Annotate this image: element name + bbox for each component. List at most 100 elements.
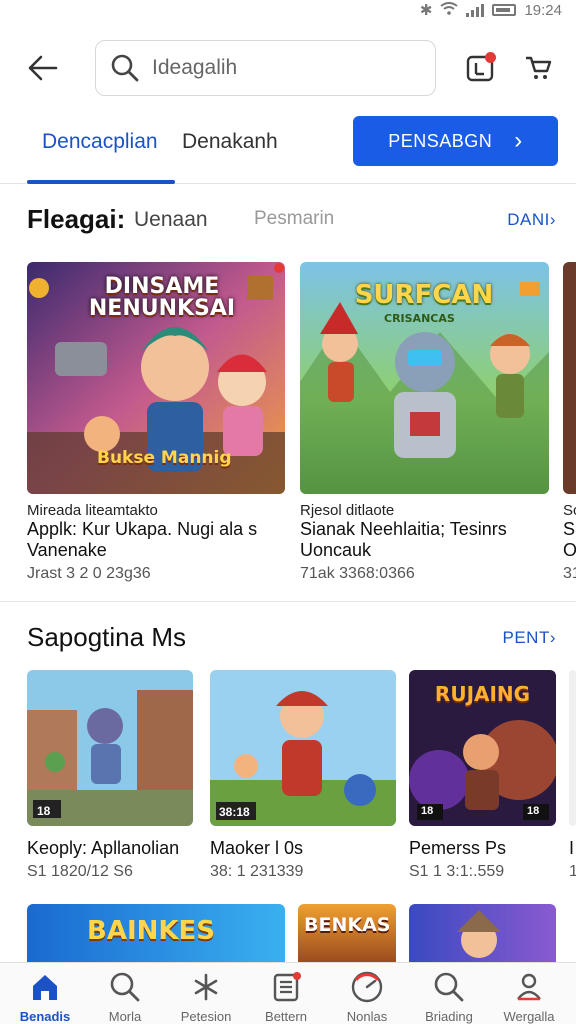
- section-subtitle[interactable]: Uenaan: [134, 208, 208, 232]
- game-thumbnail: BENKAS: [298, 904, 396, 962]
- age-rating-badge: 18: [37, 804, 51, 818]
- game-card[interactable]: DINSAME NENUNKSAI Bukse Mannig Mireada l…: [27, 262, 285, 583]
- battery-icon: [492, 4, 517, 16]
- game-meta: 1: [569, 863, 576, 880]
- game-name-line2: Uoncauk: [300, 540, 372, 560]
- status-bar: ✱ 19:24: [0, 0, 576, 22]
- nav-item-search[interactable]: Morla: [84, 969, 166, 1024]
- game-developer: Rjesol ditlaote: [300, 502, 395, 519]
- header: [0, 38, 576, 100]
- game-poster-title: SURFCAN: [354, 280, 494, 310]
- game-poster-subtitle: CRISANCAS: [384, 312, 455, 325]
- game-card[interactable]: Sc SI O 31: [563, 262, 576, 583]
- section-filter[interactable]: Pesmarin: [254, 208, 334, 230]
- section-title: Fleagai:: [27, 204, 126, 234]
- game-name-line2: Vanenake: [27, 540, 107, 560]
- game-card[interactable]: BAINKES: [27, 904, 285, 962]
- game-poster-subtitle: Bukse Mannig: [97, 448, 232, 468]
- search-icon: [110, 53, 140, 83]
- section-featured: Fleagai: Uenaan Pesmarin DANI› DINSAME N…: [0, 200, 576, 600]
- back-arrow-icon: [28, 55, 58, 81]
- nav-item-petesion[interactable]: Petesion: [165, 969, 247, 1024]
- nav-label: Nonlas: [346, 1009, 388, 1024]
- gauge-icon: [326, 969, 408, 1005]
- notifications-button[interactable]: [462, 50, 498, 86]
- list-icon: [245, 969, 327, 1005]
- tab-underline: [27, 180, 175, 184]
- game-thumbnail: 38:18: [210, 670, 396, 826]
- game-card[interactable]: I 1: [569, 670, 576, 881]
- nav-item-profile[interactable]: Wergalla: [488, 969, 570, 1024]
- section-header: Sapogtina Ms PENT›: [0, 618, 576, 658]
- profile-icon: [488, 969, 570, 1005]
- game-thumbnail: BAINKES: [27, 904, 285, 962]
- tab-denakanh[interactable]: Denakanh: [182, 130, 278, 154]
- nav-label: Wergalla: [503, 1009, 555, 1024]
- game-thumbnail: DINSAME NENUNKSAI Bukse Mannig: [27, 262, 285, 494]
- section-more-games: BAINKES BENKAS: [0, 904, 576, 962]
- game-name: SI: [563, 519, 576, 539]
- nav-label: Benadis: [19, 1009, 71, 1024]
- game-meta: 71ak 3368:0366: [300, 565, 415, 582]
- game-thumbnail: 18: [27, 670, 193, 826]
- see-all-link[interactable]: DANI›: [507, 210, 556, 230]
- game-name: Maoker l 0s: [210, 838, 304, 858]
- game-card[interactable]: [409, 904, 556, 962]
- age-rating-badge: 18: [527, 805, 540, 817]
- game-thumbnail: [569, 670, 576, 826]
- search-icon: [84, 969, 166, 1005]
- back-button[interactable]: [22, 48, 62, 88]
- home-icon: [4, 969, 86, 1005]
- game-card[interactable]: BENKAS: [298, 904, 396, 962]
- section-divider: [0, 601, 576, 602]
- tab-bar: Dencacplian Denakanh PENSABGN ›: [0, 112, 576, 184]
- primary-action-button[interactable]: PENSABGN ›: [353, 116, 558, 166]
- tab-dencacplian[interactable]: Dencacplian: [42, 130, 158, 154]
- game-developer: Sc: [563, 502, 576, 519]
- status-icons: ✱ 19:24: [419, 1, 562, 20]
- game-name-line2: O: [563, 540, 576, 560]
- age-rating-badge: 18: [421, 805, 434, 817]
- game-card[interactable]: 38:18 Maoker l 0s 38: 1 231339: [210, 670, 396, 881]
- nav-item-home[interactable]: Benadis: [4, 969, 86, 1024]
- game-card[interactable]: RUJAING 18 18 Pemerss Ps S1 1 3:1:.559: [409, 670, 556, 881]
- game-meta: 38: 1 231339: [210, 863, 304, 880]
- signal-icon: [466, 3, 485, 17]
- game-thumbnail: SURFCAN CRISANCAS: [300, 262, 549, 494]
- game-poster-title: BENKAS: [304, 914, 391, 936]
- nav-label: Bettern: [265, 1009, 307, 1024]
- search-box[interactable]: [95, 40, 436, 96]
- search-input[interactable]: [152, 56, 392, 80]
- game-name: Applk: Kur Ukapa. Nugi ala s: [27, 519, 258, 539]
- status-time: 19:24: [524, 1, 562, 19]
- spark-icon: [165, 969, 247, 1005]
- cart-icon: [526, 56, 552, 79]
- notification-badge: [485, 52, 496, 63]
- game-name: I: [569, 838, 575, 858]
- section-title: Sapogtina Ms: [27, 622, 186, 652]
- see-all-link[interactable]: PENT›: [503, 628, 557, 648]
- game-meta: S1 1820/12 S6: [27, 863, 133, 880]
- section-recommended: Sapogtina Ms PENT› 18 Keoply: Apllanolia…: [0, 618, 576, 898]
- nav-item-briading[interactable]: Briading: [408, 969, 490, 1024]
- nav-label: Briading: [425, 1009, 473, 1024]
- nav-item-bettern[interactable]: Bettern: [245, 969, 327, 1024]
- bottom-nav: Benadis Morla Petesion Bettern Nonlas Br…: [0, 962, 576, 1024]
- nav-label: Petesion: [180, 1009, 232, 1024]
- game-thumbnail: RUJAING 18 18: [409, 670, 556, 826]
- cart-button[interactable]: [520, 50, 556, 86]
- game-name: Keoply: Apllanolian: [27, 838, 180, 858]
- game-thumbnail: [563, 262, 576, 494]
- game-name: Pemerss Ps: [409, 838, 507, 858]
- bluetooth-icon: ✱: [419, 2, 433, 19]
- game-meta: S1 1 3:1:.559: [409, 863, 505, 880]
- primary-button-label: PENSABGN: [388, 130, 493, 151]
- game-meta: Jrast 3 2 0 23g36: [27, 565, 151, 582]
- game-price-badge: 38:18: [219, 805, 250, 819]
- game-card[interactable]: SURFCAN CRISANCAS Rjesol ditlaote Sianak…: [300, 262, 549, 583]
- game-poster-title: RUJAING: [434, 682, 531, 706]
- nav-item-nonlas[interactable]: Nonlas: [326, 969, 408, 1024]
- game-card[interactable]: 18 Keoply: Apllanolian S1 1820/12 S6: [27, 670, 193, 881]
- game-developer: Mireada liteamtakto: [27, 502, 158, 519]
- chevron-right-icon: ›: [514, 127, 523, 154]
